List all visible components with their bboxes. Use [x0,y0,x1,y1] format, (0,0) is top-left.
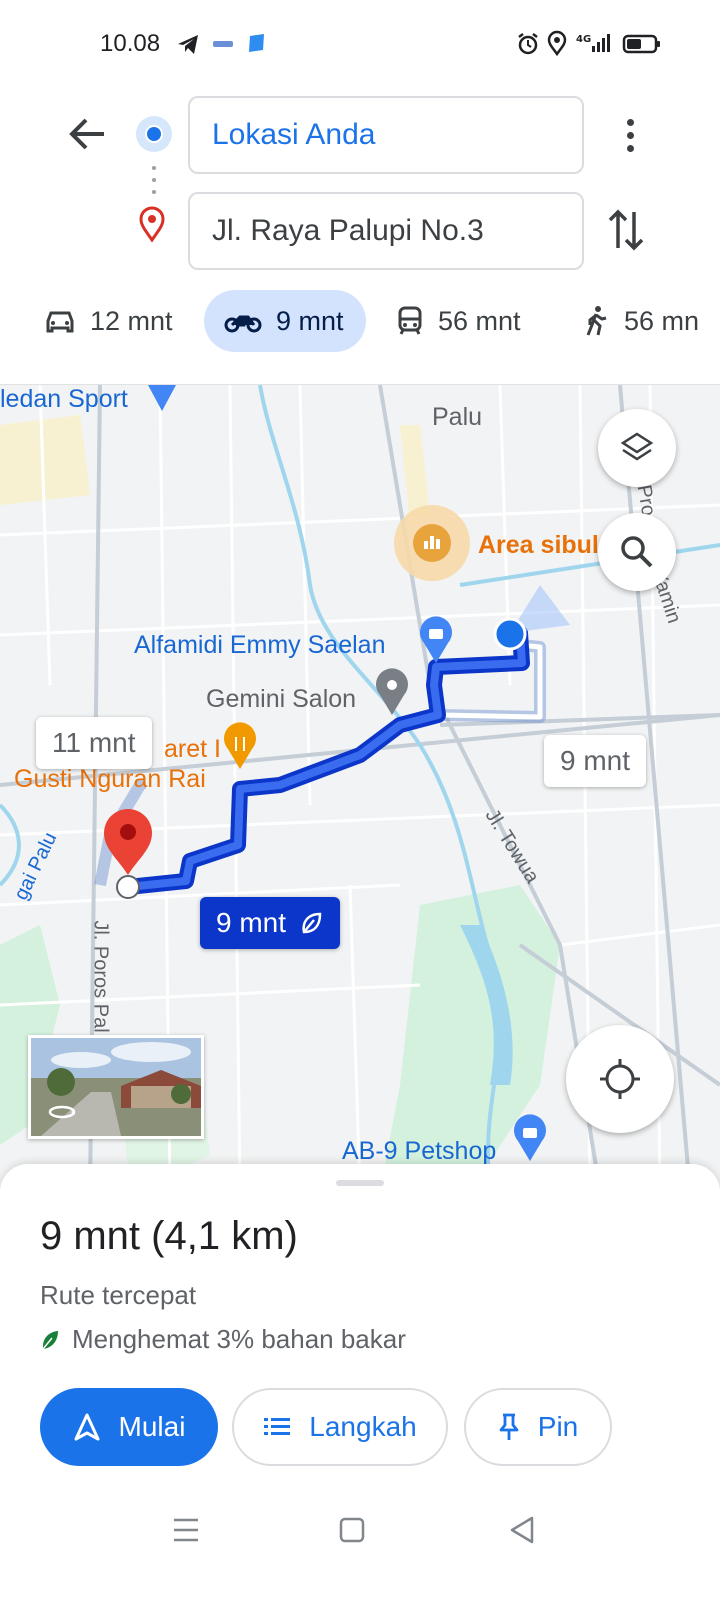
car-icon [46,311,74,333]
primary-route-time[interactable]: 9 mnt [200,897,341,949]
layers-icon [620,432,654,461]
mode-transit-label: 56 mnt [438,305,521,336]
mode-motorcycle-label: 9 mnt [276,305,344,336]
signal-4g-icon: 4G [576,34,610,52]
pin-button-label: Pin [537,1411,579,1442]
map-view[interactable]: ledan Sport Palu Area sibul Alfamidi Emm… [0,384,720,1190]
travel-mode-tabs: 12 mnt 9 mnt 56 mnt 56 mn [0,290,720,352]
map-label-restaurant-2: Gusti Nguran Rai [14,765,206,793]
svg-text:4G: 4G [576,34,591,45]
layers-button[interactable] [598,409,676,487]
alarm-icon [518,33,538,55]
status-bar: 10.08 4G [0,0,720,88]
my-location-icon [600,1059,640,1099]
my-location-button[interactable] [566,1025,674,1133]
petshop-marker-icon [513,1114,546,1161]
map-label-area-sibul: Area sibul [478,531,599,559]
mode-walk-label: 56 mn [624,305,700,336]
telegram-icon [178,35,198,54]
system-navigation-bar [0,1490,720,1600]
search-icon [621,536,653,568]
pin-icon [499,1413,519,1440]
origin-dot-icon [136,116,172,152]
app-notification-icon [213,41,233,47]
destination-pin-icon [139,206,165,242]
fuel-savings-text: Menghemat 3% bahan bakar [72,1324,406,1354]
fuel-savings: Menghemat 3% bahan bakar [40,1324,406,1355]
current-location-icon [493,617,527,651]
mode-car-label: 12 mnt [90,305,173,336]
primary-route-time-label: 9 mnt [216,907,287,938]
route-dots-icon [151,166,157,206]
navigation-arrow-icon [74,1413,100,1441]
home-nav-icon[interactable] [332,1510,372,1550]
pin-button[interactable]: Pin [464,1388,612,1466]
street-view-thumbnail[interactable] [28,1035,204,1139]
gemini-salon-marker-icon [375,668,408,715]
map-label-medan-sport: ledan Sport [0,385,128,413]
map-label-jl-poros: Jl. Poros Pal [89,920,112,1033]
leaf-icon [42,1330,58,1349]
motorcycle-icon [224,315,262,333]
status-time: 10.08 [100,30,161,57]
mode-walk-tab[interactable]: 56 mn [582,290,699,352]
list-icon [264,1418,291,1435]
origin-input[interactable]: Lokasi Anda [188,96,584,174]
area-sibul-marker-icon [394,505,470,581]
mode-transit-tab[interactable]: 56 mnt [396,290,521,352]
more-options-icon[interactable] [618,116,642,156]
battery-icon [622,34,660,54]
mode-car-tab[interactable]: 12 mnt [44,290,173,352]
street-view-360-icon [48,1105,76,1119]
start-button-label: Mulai [118,1411,186,1442]
map-label-palu: Palu [432,403,483,431]
alt-route-time-left[interactable]: 11 mnt [36,717,152,769]
mode-motorcycle-tab[interactable]: 9 mnt [204,290,366,352]
map-label-petshop: AB-9 Petshop [342,1137,497,1165]
map-label-restaurant-1: aret I [164,735,221,763]
menu-nav-icon[interactable] [166,1510,206,1550]
route-subtitle: Rute tercepat [40,1280,197,1310]
location-icon [547,30,567,57]
map-label-alfamidi: Alfamidi Emmy Saelan [134,631,386,659]
search-along-route-button[interactable] [598,513,676,591]
back-nav-icon[interactable] [502,1510,542,1550]
alt-route-time-right[interactable]: 9 mnt [544,735,647,787]
eco-leaf-icon [302,912,322,934]
directions-header: Lokasi Anda Jl. Raya Palupi No.3 12 mnt … [0,88,720,384]
destination-input[interactable]: Jl. Raya Palupi No.3 [188,192,584,270]
back-arrow-icon[interactable] [64,110,112,158]
app-notification-icon-2 [249,34,264,52]
steps-button-label: Langkah [309,1411,417,1442]
steps-button[interactable]: Langkah [232,1388,448,1466]
medan-sport-marker-icon [148,385,176,411]
start-navigation-button[interactable]: Mulai [40,1388,218,1466]
transit-icon [398,306,422,335]
sheet-drag-handle[interactable] [336,1180,384,1186]
swap-icon[interactable] [604,206,648,254]
route-summary: 9 mnt (4,1 km) [40,1214,298,1258]
walk-icon [586,306,607,336]
map-label-gemini-salon: Gemini Salon [206,685,357,713]
